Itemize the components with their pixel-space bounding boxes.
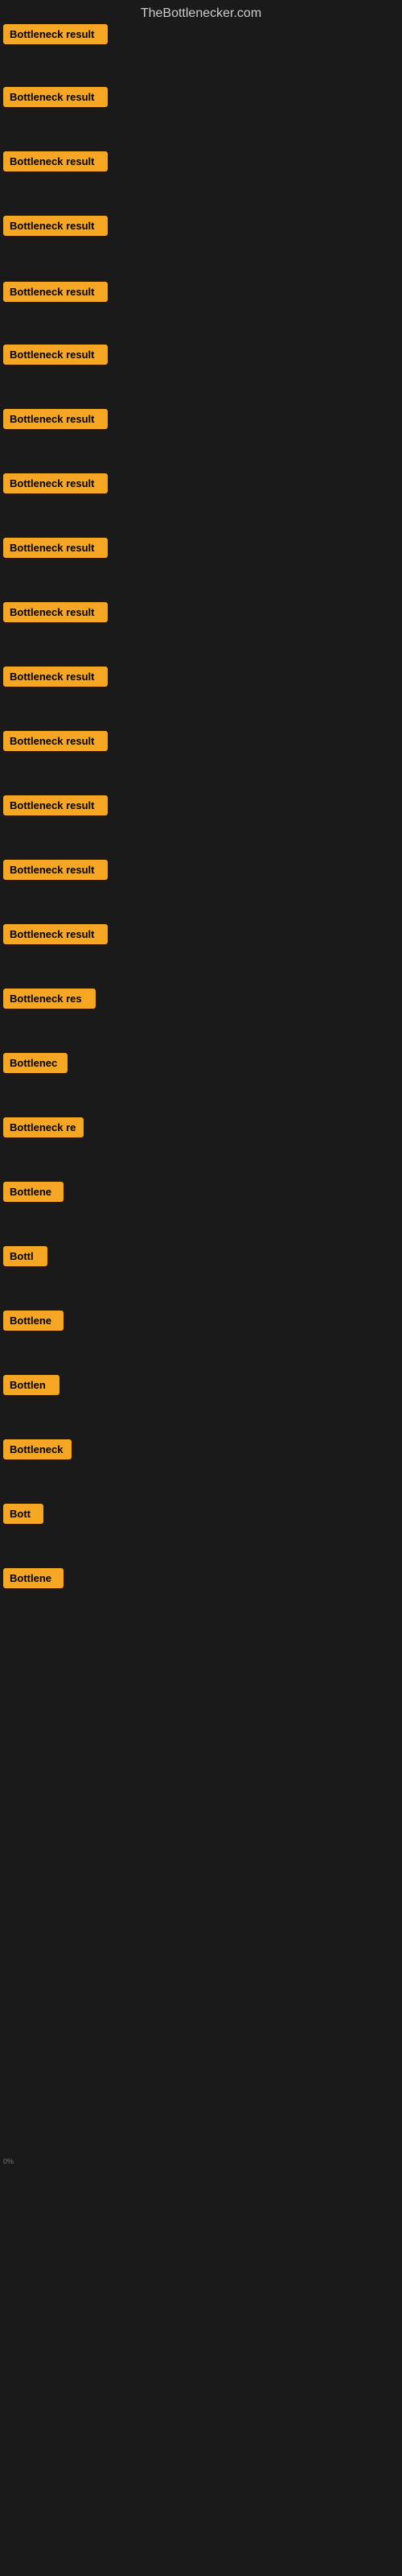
bottleneck-badge-23[interactable]: Bottleneck [3, 1439, 72, 1459]
bottleneck-badge-11[interactable]: Bottleneck result [3, 667, 108, 687]
bottleneck-item-22: Bottlen [3, 1375, 59, 1395]
bottleneck-item-20: Bottl [3, 1246, 47, 1266]
bottleneck-item-11: Bottleneck result [3, 667, 108, 687]
bottom-label: 0% [3, 2157, 14, 2165]
bottleneck-item-2: Bottleneck result [3, 87, 108, 107]
bottleneck-badge-15[interactable]: Bottleneck result [3, 924, 108, 944]
bottleneck-item-1: Bottleneck result [3, 24, 108, 44]
bottleneck-item-9: Bottleneck result [3, 538, 108, 558]
bottleneck-item-21: Bottlene [3, 1311, 64, 1331]
bottleneck-item-16: Bottleneck res [3, 989, 96, 1009]
bottleneck-item-19: Bottlene [3, 1182, 64, 1202]
bottleneck-badge-8[interactable]: Bottleneck result [3, 473, 108, 493]
bottleneck-badge-6[interactable]: Bottleneck result [3, 345, 108, 365]
bottleneck-badge-9[interactable]: Bottleneck result [3, 538, 108, 558]
bottleneck-item-17: Bottlenec [3, 1053, 68, 1073]
bottleneck-badge-13[interactable]: Bottleneck result [3, 795, 108, 815]
bottleneck-item-3: Bottleneck result [3, 151, 108, 171]
bottleneck-item-18: Bottleneck re [3, 1117, 84, 1137]
bottleneck-item-7: Bottleneck result [3, 409, 108, 429]
bottleneck-badge-20[interactable]: Bottl [3, 1246, 47, 1266]
bottleneck-item-4: Bottleneck result [3, 216, 108, 236]
page-wrapper: TheBottlenecker.com Bottleneck resultBot… [0, 0, 402, 2576]
bottleneck-badge-17[interactable]: Bottlenec [3, 1053, 68, 1073]
bottleneck-badge-3[interactable]: Bottleneck result [3, 151, 108, 171]
bottleneck-badge-4[interactable]: Bottleneck result [3, 216, 108, 236]
bottleneck-item-24: Bott [3, 1504, 43, 1524]
bottleneck-item-15: Bottleneck result [3, 924, 108, 944]
bottleneck-badge-14[interactable]: Bottleneck result [3, 860, 108, 880]
bottleneck-badge-22[interactable]: Bottlen [3, 1375, 59, 1395]
bottleneck-item-5: Bottleneck result [3, 282, 108, 302]
bottleneck-item-8: Bottleneck result [3, 473, 108, 493]
bottleneck-badge-7[interactable]: Bottleneck result [3, 409, 108, 429]
bottleneck-badge-24[interactable]: Bott [3, 1504, 43, 1524]
bottleneck-badge-21[interactable]: Bottlene [3, 1311, 64, 1331]
bottleneck-badge-12[interactable]: Bottleneck result [3, 731, 108, 751]
bottleneck-badge-10[interactable]: Bottleneck result [3, 602, 108, 622]
bottleneck-badge-16[interactable]: Bottleneck res [3, 989, 96, 1009]
bottleneck-badge-19[interactable]: Bottlene [3, 1182, 64, 1202]
bottleneck-item-6: Bottleneck result [3, 345, 108, 365]
bottleneck-badge-2[interactable]: Bottleneck result [3, 87, 108, 107]
bottleneck-badge-18[interactable]: Bottleneck re [3, 1117, 84, 1137]
bottleneck-badge-1[interactable]: Bottleneck result [3, 24, 108, 44]
bottleneck-item-25: Bottlene [3, 1568, 64, 1588]
bottleneck-item-13: Bottleneck result [3, 795, 108, 815]
bottleneck-item-14: Bottleneck result [3, 860, 108, 880]
bottleneck-item-23: Bottleneck [3, 1439, 72, 1459]
bottleneck-item-10: Bottleneck result [3, 602, 108, 622]
bottleneck-badge-5[interactable]: Bottleneck result [3, 282, 108, 302]
bottleneck-item-12: Bottleneck result [3, 731, 108, 751]
bottleneck-badge-25[interactable]: Bottlene [3, 1568, 64, 1588]
